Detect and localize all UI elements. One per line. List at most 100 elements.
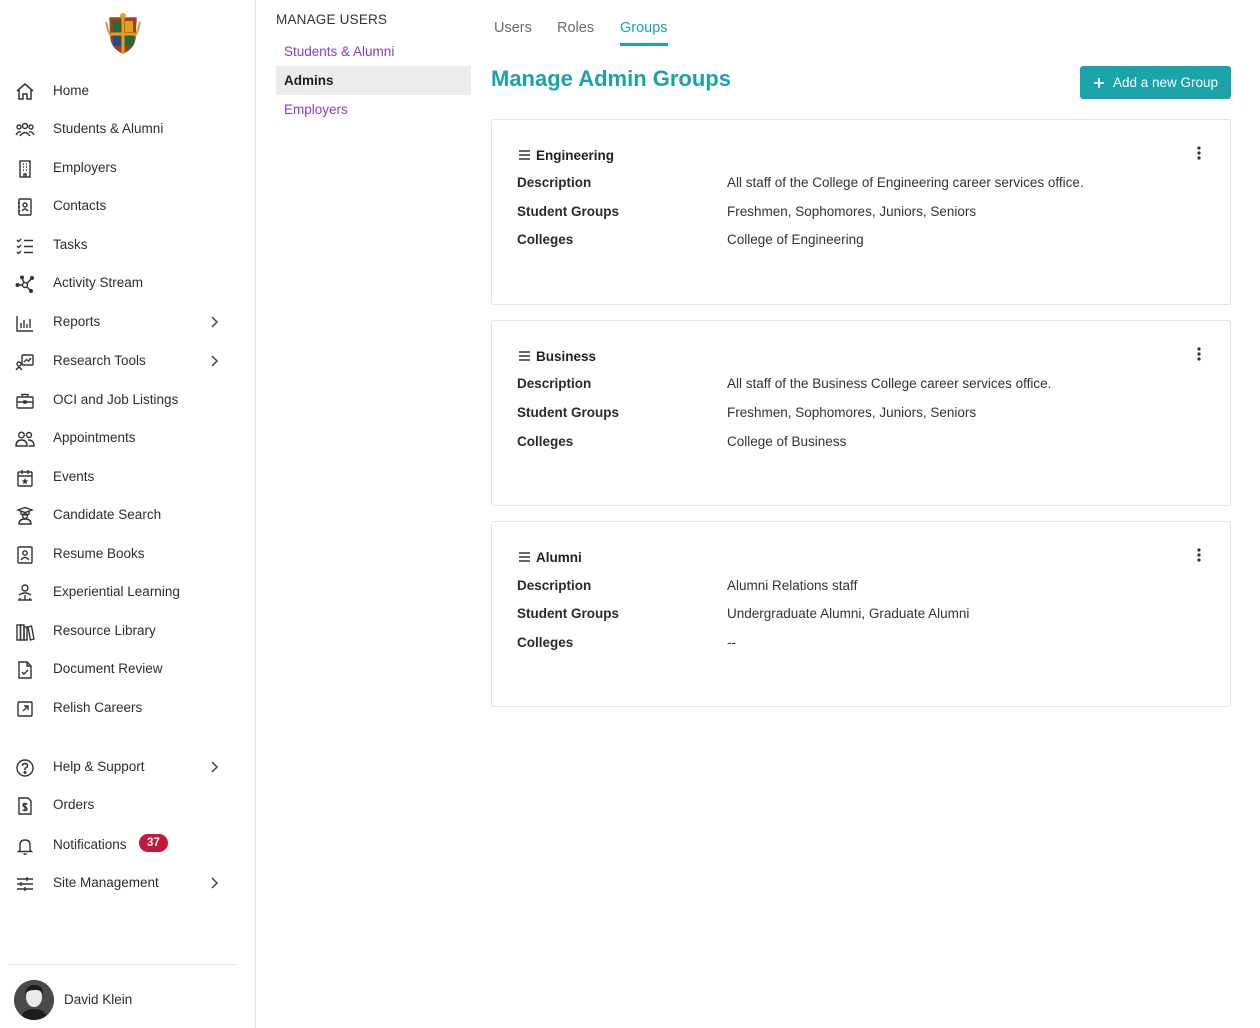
field-value: Undergraduate Alumni, Graduate Alumni	[727, 606, 970, 621]
help-icon	[15, 758, 35, 778]
building-icon	[15, 159, 35, 179]
sidebar-item-label: Experiential Learning	[53, 584, 180, 599]
sidebar-item-relish-careers[interactable]: Relish Careers	[0, 689, 255, 727]
field-label: Colleges	[517, 232, 574, 247]
school-crest-logo[interactable]	[104, 12, 142, 54]
group-card-business: Business Description All staff of the Bu…	[491, 320, 1231, 506]
more-options-icon[interactable]	[1192, 345, 1206, 363]
sidebar-item-label: Contacts	[53, 198, 107, 213]
tab-groups[interactable]: Groups	[620, 16, 668, 46]
sidebar-item-appointments[interactable]: Appointments	[0, 419, 255, 457]
main-content: Users Roles Groups Manage Admin Groups A…	[476, 0, 1260, 1028]
group-colleges-row: Colleges College of Business	[517, 434, 1217, 452]
add-group-button[interactable]: Add a new Group	[1080, 66, 1231, 99]
sidebar-item-label: Candidate Search	[53, 507, 162, 522]
sidebar-item-contacts[interactable]: Contacts	[0, 187, 255, 225]
field-label: Student Groups	[517, 405, 619, 420]
subnav-item-employers[interactable]: Employers	[276, 95, 471, 124]
field-value: Freshmen, Sophomores, Juniors, Seniors	[727, 204, 977, 219]
field-value: All staff of the Business College career…	[727, 376, 1052, 391]
plus-icon	[1093, 77, 1104, 88]
field-value: All staff of the College of Engineering …	[727, 175, 1084, 190]
network-icon	[15, 274, 35, 294]
sidebar-item-label: Resume Books	[53, 546, 145, 561]
field-label: Description	[517, 376, 592, 391]
calendar-star-icon	[15, 468, 35, 488]
chevron-right-icon[interactable]	[206, 353, 222, 369]
sidebar-item-tasks[interactable]: Tasks	[0, 226, 255, 264]
chevron-right-icon[interactable]	[206, 314, 222, 330]
sidebar-item-employers[interactable]: Employers	[0, 149, 255, 187]
field-value: College of Business	[727, 434, 847, 449]
add-group-button-label: Add a new Group	[1112, 75, 1219, 90]
receipt-icon	[15, 796, 35, 816]
sidebar-item-label: OCI and Job Listings	[53, 392, 179, 407]
person-tree-icon	[15, 583, 35, 603]
user-profile[interactable]: David Klein	[14, 980, 234, 1020]
sidebar-item-research-tools[interactable]: Research Tools	[0, 342, 255, 380]
sidebar-item-experiential-learning[interactable]: Experiential Learning	[0, 573, 255, 611]
group-student-groups-row: Student Groups Freshmen, Sophomores, Jun…	[517, 204, 1217, 222]
graduate-icon	[15, 506, 35, 526]
sidebar-item-notifications[interactable]: Notifications 37	[0, 826, 255, 864]
sidebar: Home Students & Alumni Employers Contact…	[0, 0, 256, 1028]
drag-handle-icon[interactable]	[518, 149, 531, 161]
chevron-right-icon[interactable]	[206, 759, 222, 775]
field-label: Colleges	[517, 434, 574, 449]
field-value: Freshmen, Sophomores, Juniors, Seniors	[727, 405, 977, 420]
sidebar-item-label: Site Management	[53, 875, 159, 890]
group-description-row: Description Alumni Relations staff	[517, 578, 1217, 596]
group-description-row: Description All staff of the Business Co…	[517, 376, 1217, 394]
home-icon	[15, 82, 35, 102]
group-colleges-row: Colleges College of Engineering	[517, 232, 1217, 250]
more-options-icon[interactable]	[1192, 144, 1206, 162]
sidebar-item-help-support[interactable]: Help & Support	[0, 748, 255, 786]
sidebar-item-students-alumni[interactable]: Students & Alumni	[0, 110, 255, 148]
tab-roles[interactable]: Roles	[557, 16, 594, 46]
sidebar-item-label: Relish Careers	[53, 700, 143, 715]
sidebar-item-reports[interactable]: Reports	[0, 303, 255, 341]
chevron-right-icon[interactable]	[206, 875, 222, 891]
bell-icon	[15, 836, 35, 856]
group-student-groups-row: Student Groups Undergraduate Alumni, Gra…	[517, 606, 1217, 624]
checklist-icon	[15, 236, 35, 256]
group-card-header: Engineering	[518, 146, 614, 164]
drag-handle-icon[interactable]	[518, 350, 531, 362]
bar-chart-icon	[15, 313, 35, 333]
group-colleges-row: Colleges --	[517, 635, 1217, 653]
subnav-item-admins[interactable]: Admins	[276, 66, 471, 95]
sidebar-item-label: Help & Support	[53, 759, 145, 774]
books-icon	[15, 622, 35, 642]
two-people-icon	[15, 429, 35, 449]
group-description-row: Description All staff of the College of …	[517, 175, 1217, 193]
page-title: Manage Admin Groups	[491, 66, 731, 91]
sidebar-item-events[interactable]: Events	[0, 458, 255, 496]
sidebar-item-label: Orders	[53, 797, 95, 812]
sidebar-item-site-management[interactable]: Site Management	[0, 864, 255, 902]
document-check-icon	[15, 660, 35, 680]
notification-count-badge: 37	[139, 834, 168, 852]
sidebar-item-resume-books[interactable]: Resume Books	[0, 535, 255, 573]
contact-card-icon	[15, 197, 35, 217]
sidebar-item-label: Students & Alumni	[53, 121, 164, 136]
sidebar-item-document-review[interactable]: Document Review	[0, 650, 255, 688]
sidebar-item-oci-job-listings[interactable]: OCI and Job Listings	[0, 381, 255, 419]
sidebar-item-resource-library[interactable]: Resource Library	[0, 612, 255, 650]
sidebar-item-label: Activity Stream	[53, 275, 144, 290]
sidebar-item-label: Reports	[53, 314, 101, 329]
more-options-icon[interactable]	[1192, 546, 1206, 564]
sidebar-item-label: Resource Library	[53, 623, 156, 638]
group-name: Engineering	[536, 147, 615, 163]
sidebar-item-candidate-search[interactable]: Candidate Search	[0, 496, 255, 534]
tab-users[interactable]: Users	[494, 16, 532, 46]
group-student-groups-row: Student Groups Freshmen, Sophomores, Jun…	[517, 405, 1217, 423]
sidebar-item-home[interactable]: Home	[0, 72, 255, 110]
sidebar-item-label: Home	[53, 83, 90, 98]
sidebar-item-orders[interactable]: Orders	[0, 786, 255, 824]
sidebar-item-activity-stream[interactable]: Activity Stream	[0, 264, 255, 302]
drag-handle-icon[interactable]	[518, 551, 531, 563]
sidebar-item-label: Tasks	[53, 237, 88, 252]
external-link-icon	[15, 699, 35, 719]
sidebar-item-label: Document Review	[53, 661, 163, 676]
subnav-item-students-alumni[interactable]: Students & Alumni	[276, 37, 471, 66]
